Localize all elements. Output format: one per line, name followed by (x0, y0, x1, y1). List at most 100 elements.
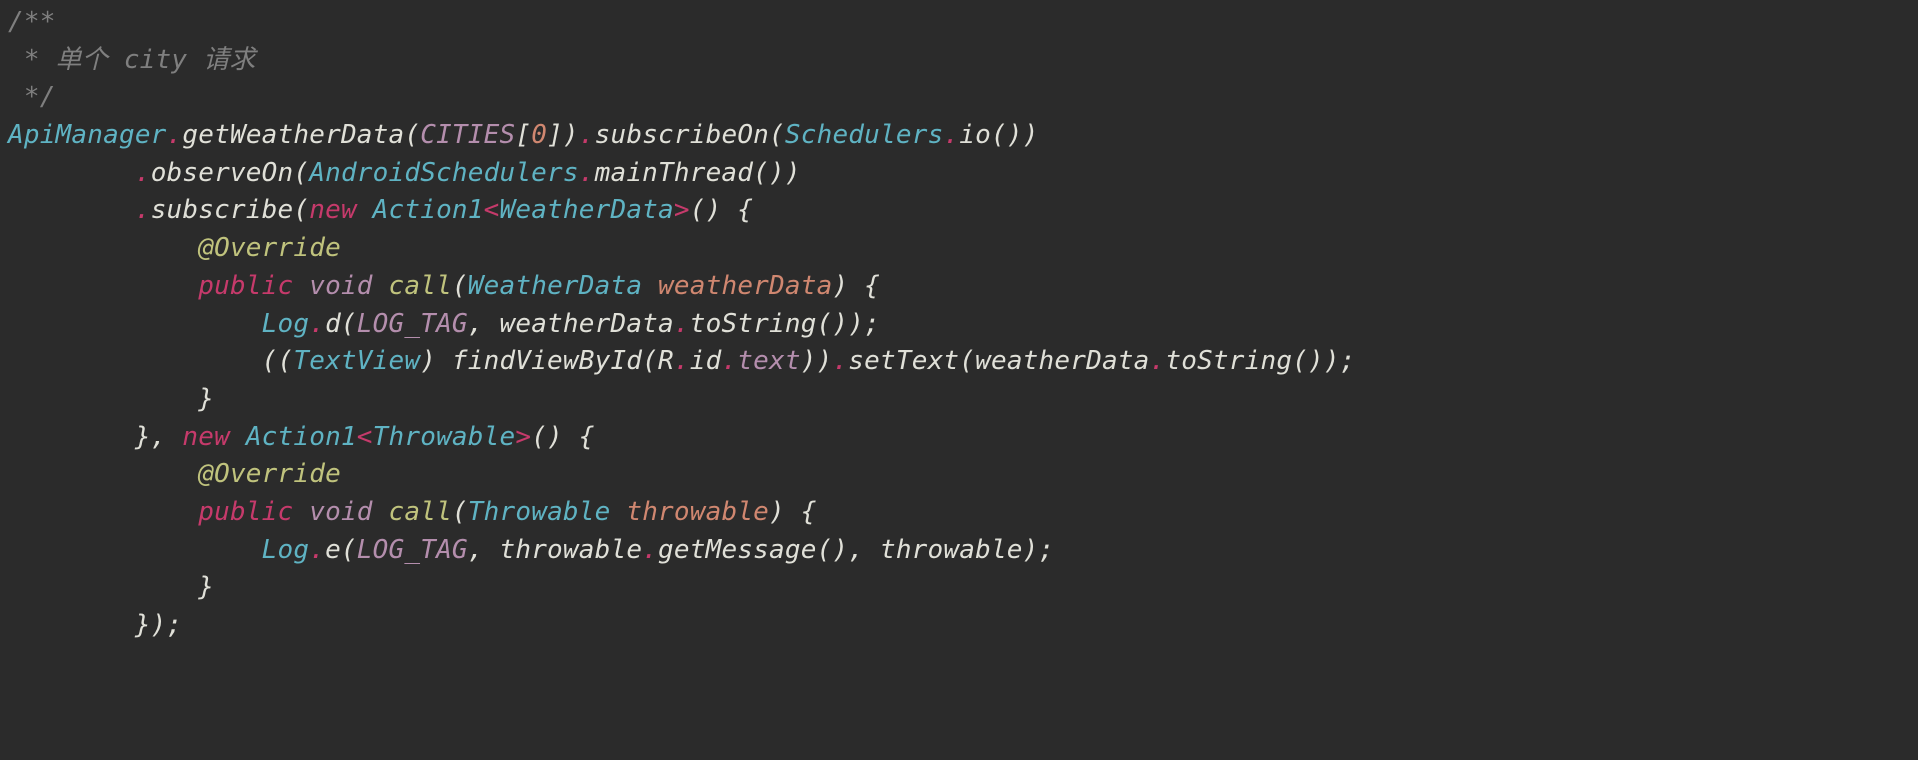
token-type: AndroidSchedulers (309, 158, 579, 188)
token-method (293, 271, 309, 301)
token-type: Action1 (246, 422, 357, 452)
code-line: @Override (8, 459, 341, 489)
code-line: @Override (8, 233, 341, 263)
token-method: , throwable (468, 535, 642, 565)
token-method: toString()); (1165, 346, 1355, 376)
token-method: ( (452, 497, 468, 527)
token-method: getWeatherData( (182, 120, 420, 150)
token-method: io()) (959, 120, 1038, 150)
code-line: Log.d(LOG_TAG, weatherData.toString()); (8, 309, 880, 339)
token-comment: * 单个 city 请求 (8, 45, 255, 75)
code-line: public void call(WeatherData weatherData… (8, 271, 880, 301)
token-method (642, 271, 658, 301)
token-method (230, 422, 246, 452)
token-method: observeOn( (151, 158, 310, 188)
token-comment: /** (8, 7, 56, 37)
token-comment: */ (8, 82, 56, 112)
token-void: void (309, 497, 372, 527)
token-dot: . (721, 346, 737, 376)
token-param: weatherData (658, 271, 832, 301)
token-dot: > (515, 422, 531, 452)
token-dot: . (832, 346, 848, 376)
token-dot: . (674, 309, 690, 339)
token-dot: > (674, 195, 690, 225)
token-type: Log (262, 535, 310, 565)
token-type: WeatherData (500, 195, 674, 225)
token-constant: LOG_TAG (357, 309, 468, 339)
code-line: } (8, 572, 214, 602)
token-method: e( (325, 535, 357, 565)
token-method: getMessage(), throwable); (658, 535, 1054, 565)
token-dot: . (1150, 346, 1166, 376)
token-dot: . (579, 158, 595, 188)
token-method: } (198, 572, 214, 602)
code-line: public void call(Throwable throwable) { (8, 497, 817, 527)
token-method: toString()); (690, 309, 880, 339)
token-dot: . (135, 158, 151, 188)
token-method (373, 497, 389, 527)
token-type: Schedulers (785, 120, 944, 150)
code-line: ApiManager.getWeatherData(CITIES[0]).sub… (8, 120, 1039, 150)
token-keyword: new (309, 195, 357, 225)
token-type: WeatherData (468, 271, 642, 301)
code-line: }, new Action1<Throwable>() { (8, 422, 595, 452)
token-method: id (690, 346, 722, 376)
token-type: TextView (293, 346, 420, 376)
token-dot: < (357, 422, 373, 452)
token-dot: < (484, 195, 500, 225)
token-method: }, (135, 422, 183, 452)
token-method: )) (801, 346, 833, 376)
token-method: (( (262, 346, 294, 376)
token-type: ApiManager (8, 120, 167, 150)
token-type: Action1 (373, 195, 484, 225)
token-param: throwable (626, 497, 769, 527)
token-method (373, 271, 389, 301)
token-dot: . (642, 535, 658, 565)
code-line: .observeOn(AndroidSchedulers.mainThread(… (8, 158, 801, 188)
token-method: subscribeOn( (595, 120, 785, 150)
token-method: [ (515, 120, 531, 150)
token-method: () { (531, 422, 594, 452)
token-dot: . (135, 195, 151, 225)
code-line: } (8, 384, 214, 414)
code-line: /** (8, 7, 56, 37)
token-method: ( (452, 271, 468, 301)
token-method: setText(weatherData (848, 346, 1149, 376)
token-method: ) { (769, 497, 817, 527)
token-method (357, 195, 373, 225)
token-constant: LOG_TAG (357, 535, 468, 565)
token-annotation: call (389, 497, 452, 527)
token-type: Throwable (373, 422, 516, 452)
token-method: } (198, 384, 214, 414)
token-method (610, 497, 626, 527)
token-method: ) { (832, 271, 880, 301)
token-method: , weatherData (468, 309, 674, 339)
token-dot: . (674, 346, 690, 376)
token-annotation: @Override (198, 459, 341, 489)
token-dot: . (309, 309, 325, 339)
token-dot: . (309, 535, 325, 565)
token-keyword: new (182, 422, 230, 452)
token-method: ]) (547, 120, 579, 150)
token-method: ) findViewById(R (420, 346, 674, 376)
token-number: 0 (531, 120, 547, 150)
token-type: Log (262, 309, 310, 339)
token-annotation: call (389, 271, 452, 301)
code-line: * 单个 city 请求 (8, 45, 255, 75)
token-method: mainThread()) (595, 158, 801, 188)
code-editor[interactable]: /** * 单个 city 请求 */ ApiManager.getWeathe… (0, 0, 1918, 653)
token-dot: . (943, 120, 959, 150)
code-line: Log.e(LOG_TAG, throwable.getMessage(), t… (8, 535, 1054, 565)
code-line: .subscribe(new Action1<WeatherData>() { (8, 195, 753, 225)
token-constant: text (737, 346, 800, 376)
token-keyword: public (198, 271, 293, 301)
code-line: }); (8, 610, 182, 640)
token-annotation: @Override (198, 233, 341, 263)
token-type: Throwable (468, 497, 611, 527)
token-dot: . (167, 120, 183, 150)
token-constant: CITIES (420, 120, 515, 150)
token-method (293, 497, 309, 527)
token-method: subscribe( (151, 195, 310, 225)
token-method: d( (325, 309, 357, 339)
token-method: () { (690, 195, 753, 225)
